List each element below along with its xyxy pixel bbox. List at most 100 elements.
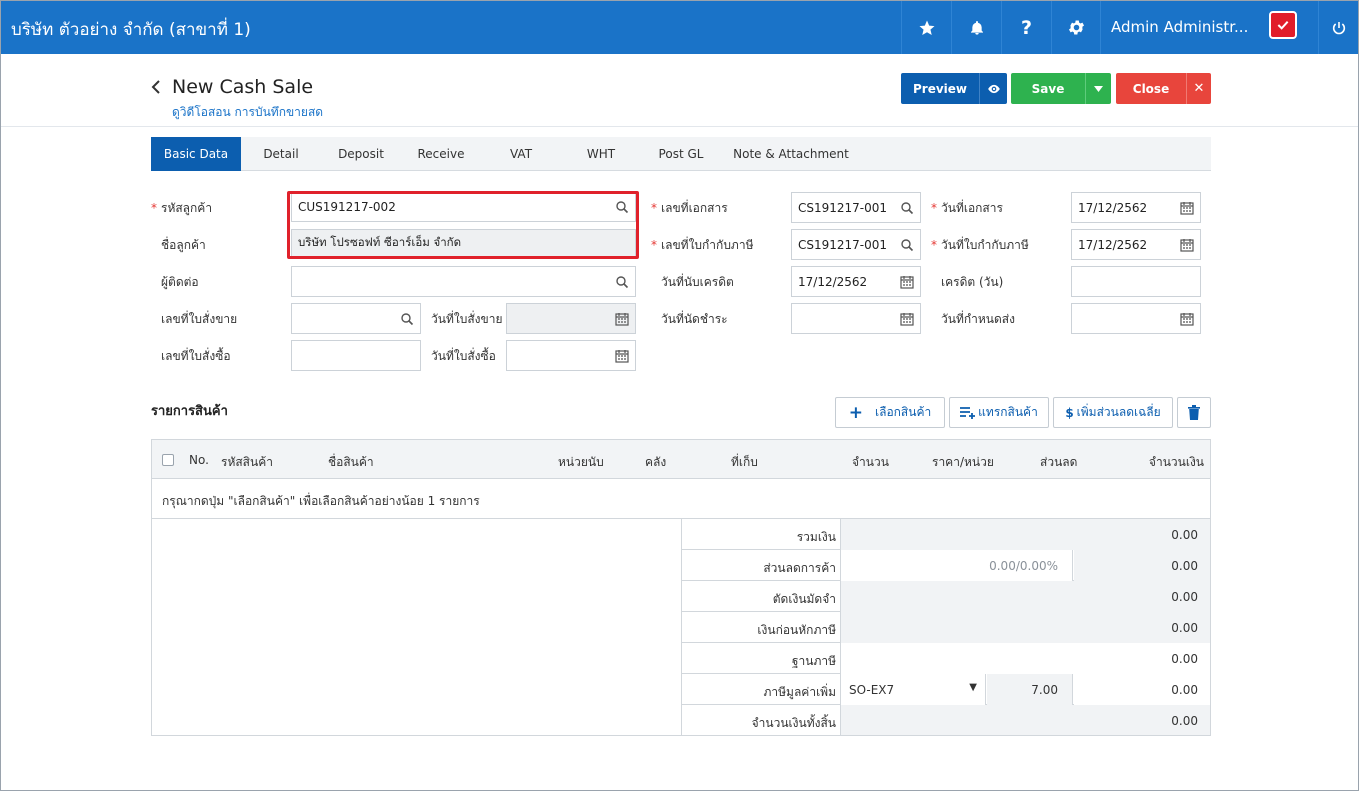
trade-discount-input[interactable]: 0.00/0.00% xyxy=(841,550,1073,581)
col-discount: ส่วนลด xyxy=(1040,455,1078,469)
contact-field[interactable] xyxy=(291,266,636,297)
grid-header: No. รหัสสินค้า ชื่อสินค้า หน่วยนับ คลัง … xyxy=(152,440,1210,479)
tab-wht[interactable]: WHT xyxy=(561,137,641,171)
deposit-cell xyxy=(841,581,1210,612)
doc-no-value: CS191217-001 xyxy=(798,200,888,215)
due-date-field[interactable] xyxy=(791,303,921,334)
question-icon: ? xyxy=(1020,16,1033,39)
doc-no-label: * เลขที่เอกสาร xyxy=(651,201,728,215)
calendar-icon[interactable] xyxy=(900,275,914,289)
summary-vat-row: ภาษีมูลค่าเพิ่ม SO-EX7 ▼ 7.00 0.00 xyxy=(682,674,1210,705)
caret-down-icon xyxy=(1094,85,1103,92)
calendar-icon xyxy=(615,313,629,326)
vat-label: ภาษีมูลค่าเพิ่ม xyxy=(763,685,836,699)
summary-subtotal-row: รวมเงิน 0.00 xyxy=(682,519,1210,550)
deposit-value: 0.00 xyxy=(1171,590,1198,604)
sales-order-date-label: วันที่ใบสั่งขาย xyxy=(431,312,503,326)
insert-product-button[interactable]: แทรกสินค้า xyxy=(949,397,1049,428)
product-grid: No. รหัสสินค้า ชื่อสินค้า หน่วยนับ คลัง … xyxy=(151,439,1211,736)
app-window: บริษัท ตัวอย่าง จำกัด (สาขาที่ 1) ? Admi… xyxy=(0,0,1359,791)
settings-button[interactable] xyxy=(1051,1,1101,54)
search-icon[interactable] xyxy=(900,238,914,252)
search-icon[interactable] xyxy=(900,201,914,215)
company-name[interactable]: บริษัท ตัวอย่าง จำกัด (สาขาที่ 1) xyxy=(11,16,251,43)
dropdown-arrow-icon: ▼ xyxy=(969,682,977,693)
calendar-icon[interactable] xyxy=(615,349,629,363)
search-icon[interactable] xyxy=(615,275,629,289)
plus-icon: + xyxy=(848,402,863,423)
preview-eye-button[interactable] xyxy=(979,73,1007,104)
highlight-box xyxy=(287,191,639,259)
subtotal-value: 0.00 xyxy=(1171,528,1198,542)
calendar-icon[interactable] xyxy=(1180,238,1194,252)
credit-start-date-field[interactable]: 17/12/2562 xyxy=(791,266,921,297)
delete-product-button[interactable] xyxy=(1177,397,1211,428)
contact-label: ผู้ติดต่อ xyxy=(161,275,199,289)
customer-name-label: ชื่อลูกค้า xyxy=(161,238,206,252)
tax-invoice-no-label: * เลขที่ใบกำกับภาษี xyxy=(651,238,754,252)
add-average-discount-button[interactable]: $ เพิ่มส่วนลดเฉลี่ย xyxy=(1053,397,1173,428)
tab-note-attachment[interactable]: Note & Attachment xyxy=(721,137,861,171)
close-x-button[interactable]: ✕ xyxy=(1186,73,1211,104)
summary-grand-total-row: จำนวนเงินทั้งสิ้น 0.00 xyxy=(682,705,1210,736)
tax-invoice-date-field[interactable]: 17/12/2562 xyxy=(1071,229,1201,260)
list-add-icon xyxy=(960,406,976,419)
vat-code-select[interactable]: SO-EX7 ▼ xyxy=(841,674,986,705)
delivery-date-field[interactable] xyxy=(1071,303,1201,334)
calendar-icon[interactable] xyxy=(900,312,914,326)
col-product-name: ชื่อสินค้า xyxy=(328,455,374,469)
calendar-icon[interactable] xyxy=(1180,201,1194,215)
star-icon xyxy=(919,20,934,35)
doc-no-field[interactable]: CS191217-001 xyxy=(791,192,921,223)
tax-invoice-no-value: CS191217-001 xyxy=(798,237,888,252)
col-quantity: จำนวน xyxy=(852,455,889,469)
col-unit: หน่วยนับ xyxy=(558,455,604,469)
tax-base-input[interactable] xyxy=(841,643,1210,674)
doc-date-label: * วันที่เอกสาร xyxy=(931,201,1003,215)
products-section-title: รายการสินค้า xyxy=(151,404,228,419)
tax-invoice-date-value: 17/12/2562 xyxy=(1078,237,1148,252)
col-amount: จำนวนเงิน xyxy=(1148,455,1204,469)
user-menu[interactable]: Admin Administr... xyxy=(1100,1,1318,54)
tab-detail[interactable]: Detail xyxy=(241,137,321,171)
tab-deposit[interactable]: Deposit xyxy=(321,137,401,171)
tab-receive[interactable]: Receive xyxy=(401,137,481,171)
tab-post-gl[interactable]: Post GL xyxy=(641,137,721,171)
sales-order-date-field xyxy=(506,303,636,334)
vat-rate-value: 7.00 xyxy=(1031,683,1058,697)
purchase-order-date-label: วันที่ใบสั่งซื้อ xyxy=(431,349,496,363)
gear-icon xyxy=(1068,20,1085,35)
tax-base-value: 0.00 xyxy=(1171,652,1198,666)
favorite-button[interactable] xyxy=(901,1,951,54)
preview-button[interactable]: Preview xyxy=(901,73,979,104)
vat-code-value: SO-EX7 xyxy=(849,683,895,697)
delivery-date-label: วันที่กำหนดส่ง xyxy=(941,312,1015,326)
help-button[interactable]: ? xyxy=(1001,1,1051,54)
search-icon[interactable] xyxy=(400,312,414,326)
tab-basic-data[interactable]: Basic Data xyxy=(151,137,241,171)
save-button[interactable]: Save xyxy=(1011,73,1085,104)
purchase-order-no-field[interactable] xyxy=(291,340,421,371)
avatar xyxy=(1269,11,1297,39)
sales-order-no-field[interactable] xyxy=(291,303,421,334)
tab-vat[interactable]: VAT xyxy=(481,137,561,171)
notification-button[interactable] xyxy=(951,1,1001,54)
doc-date-field[interactable]: 17/12/2562 xyxy=(1071,192,1201,223)
col-location: ที่เก็บ xyxy=(731,455,758,469)
close-button[interactable]: Close xyxy=(1116,73,1186,104)
credit-days-field[interactable] xyxy=(1071,266,1201,297)
save-dropdown-button[interactable] xyxy=(1085,73,1111,104)
calendar-icon[interactable] xyxy=(1180,312,1194,326)
dollar-icon: $ xyxy=(1065,405,1074,420)
trade-discount-input-value: 0.00/0.00% xyxy=(989,559,1058,573)
select-product-button[interactable]: + เลือกสินค้า xyxy=(835,397,945,428)
logout-button[interactable] xyxy=(1318,1,1358,54)
chevron-left-icon[interactable] xyxy=(149,79,163,95)
tutorial-link[interactable]: ดูวิดีโอสอน การบันทึกขายสด xyxy=(172,103,323,122)
select-all-checkbox[interactable] xyxy=(162,454,174,466)
purchase-order-date-field[interactable] xyxy=(506,340,636,371)
tax-invoice-no-field[interactable]: CS191217-001 xyxy=(791,229,921,260)
vat-rate-cell: 7.00 xyxy=(987,674,1073,705)
grand-total-cell xyxy=(841,705,1210,735)
before-tax-label: เงินก่อนหักภาษี xyxy=(757,623,836,637)
